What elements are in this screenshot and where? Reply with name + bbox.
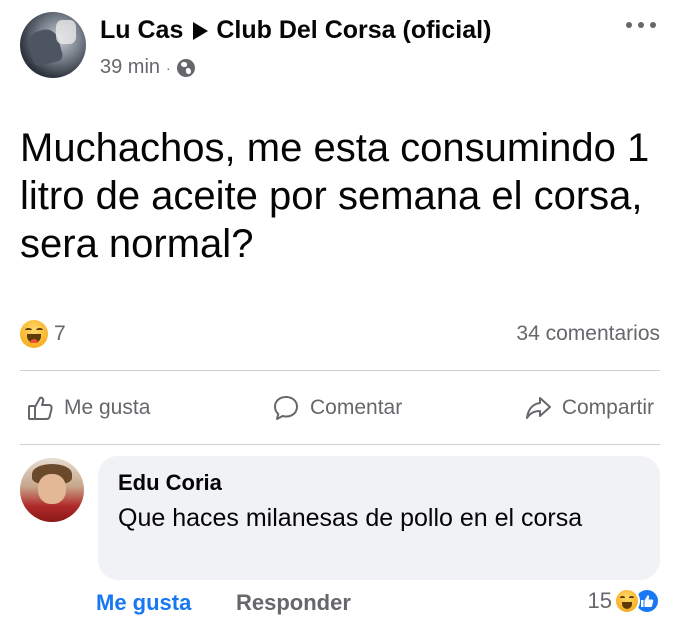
post-header: Lu Cas Club Del Corsa (oficial) 39 min · [20, 12, 660, 82]
haha-reaction-icon[interactable] [20, 320, 48, 348]
post-text: Muchachos, me esta consumindo 1 litro de… [20, 126, 650, 266]
meta-separator: · [166, 59, 171, 76]
author-name[interactable]: Lu Cas [100, 16, 183, 45]
globe-icon [176, 58, 195, 77]
author-avatar[interactable] [20, 12, 86, 78]
comment-actions: Me gusta Responder 15 [96, 588, 660, 620]
share-arrow-icon [525, 397, 551, 419]
comments-count[interactable]: 34 comentarios [516, 322, 660, 346]
comment-item: Edu Coria Que haces milanesas de pollo e… [20, 456, 660, 586]
like-button[interactable]: Me gusta [20, 394, 156, 422]
like-label: Me gusta [64, 396, 151, 419]
post-time[interactable]: 39 min [100, 56, 160, 79]
share-label: Compartir [561, 396, 654, 419]
post-stats: 7 34 comentarios [20, 316, 660, 352]
comment-label: Comentar [310, 396, 403, 419]
comment-like-link[interactable]: Me gusta [96, 590, 191, 616]
author-line: Lu Cas Club Del Corsa (oficial) [100, 16, 491, 45]
reaction-count[interactable]: 7 [54, 322, 66, 346]
comment-reaction-count: 15 [587, 588, 612, 613]
comment-text: Que haces milanesas de pollo en el corsa [118, 504, 583, 532]
group-name[interactable]: Club Del Corsa (oficial) [216, 16, 491, 45]
post-meta: 39 min · [100, 56, 195, 79]
arrow-right-icon [193, 21, 209, 40]
commenter-name[interactable]: Edu Coria [118, 470, 640, 496]
comment-reply-link[interactable]: Responder [236, 590, 351, 616]
thumbs-up-icon [28, 396, 53, 420]
haha-reaction-icon [614, 588, 640, 614]
divider-top [20, 370, 660, 371]
divider-bottom [20, 444, 660, 445]
share-button[interactable]: Compartir [518, 394, 660, 422]
commenter-avatar[interactable] [20, 458, 84, 522]
comment-reactions[interactable]: 15 [588, 588, 660, 614]
comment-bubble-icon [274, 396, 298, 420]
more-options-icon[interactable] [626, 18, 656, 32]
post-actions: Me gusta Comentar Compartir [20, 382, 660, 434]
comment-button[interactable]: Comentar [266, 394, 408, 422]
comment-bubble: Edu Coria Que haces milanesas de pollo e… [98, 456, 660, 580]
